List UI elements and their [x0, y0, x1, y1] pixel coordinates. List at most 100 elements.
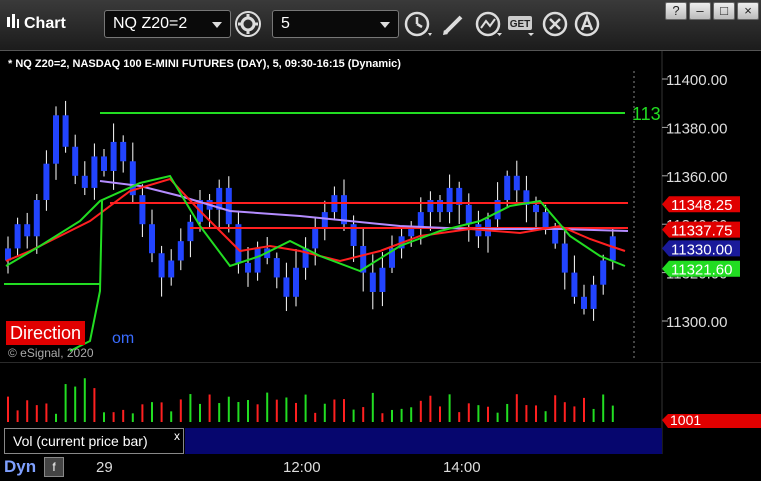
volume-bar [487, 406, 489, 422]
volume-bar [467, 403, 470, 422]
price-marker: 11321.60 [662, 260, 740, 279]
get-data-icon[interactable]: GET [506, 9, 536, 39]
candle-body [581, 296, 587, 309]
candle-body [245, 262, 251, 273]
volume-bar [35, 405, 38, 422]
volume-bar [381, 413, 384, 422]
candle-body [312, 229, 319, 249]
y-tick-label: 11360.00 [666, 169, 727, 186]
price-marker-text: 11348.25 [671, 197, 732, 214]
maximize-button[interactable]: □ [713, 2, 735, 20]
candle-body [101, 156, 107, 171]
candle-body [33, 200, 40, 237]
time-axis[interactable]: Dyn f 29 12:00 14:00 [0, 455, 761, 481]
volume-study-text: Vol (current price bar) [13, 433, 148, 449]
candle-body [369, 272, 376, 292]
volume-bar [93, 388, 96, 422]
candle-body [513, 175, 520, 191]
volume-bar [333, 399, 336, 422]
candle-body [427, 200, 434, 213]
volume-bar [189, 394, 192, 422]
candle-body [283, 277, 290, 297]
volume-bar [141, 404, 144, 422]
direction-badge: Direction [6, 321, 86, 345]
candle-body [465, 204, 472, 225]
candle-body [187, 221, 194, 242]
symbol-select[interactable]: NQ Z20=2 [104, 10, 231, 38]
pencil-icon[interactable] [438, 9, 468, 39]
volume-bar [83, 378, 86, 422]
study-icon[interactable] [473, 9, 503, 39]
y-tick-label: 11400.00 [666, 72, 727, 89]
dynamic-toggle-icon[interactable]: f [44, 457, 64, 477]
volume-bar [7, 396, 9, 422]
gear-icon[interactable] [233, 9, 263, 39]
candle-body [561, 243, 568, 273]
price-marker: 11348.25 [662, 196, 740, 214]
volume-bar [343, 399, 345, 422]
volume-study-label[interactable]: Vol (current price bar) x [4, 428, 184, 454]
volume-bar [55, 413, 57, 422]
help-button[interactable]: ? [665, 2, 687, 20]
candle-body [293, 267, 299, 297]
interval-select[interactable]: 5 [272, 10, 399, 38]
volume-bar [506, 403, 509, 422]
volume-bar [352, 409, 355, 422]
volume-bar [26, 400, 29, 422]
candle-body [53, 115, 59, 164]
candle-body [168, 260, 175, 278]
dyn-label[interactable]: Dyn [4, 457, 36, 477]
candle-body [552, 229, 559, 244]
candle-body [571, 272, 578, 297]
candle-body [158, 253, 165, 278]
volume-bar [275, 399, 278, 422]
volume-bar [515, 394, 518, 422]
volume-bar [16, 410, 19, 422]
volume-bar [151, 402, 153, 422]
close-window-button[interactable]: × [737, 2, 759, 20]
candle-body [600, 260, 607, 285]
candle-body [62, 115, 69, 147]
volume-bar [563, 402, 566, 422]
price-chart[interactable]: * NQ Z20=2, NASDAQ 100 E-MINI FUTURES (D… [0, 51, 761, 361]
volume-bar [131, 413, 134, 422]
volume-bar [362, 407, 365, 422]
candle-body [542, 212, 549, 230]
clock-icon[interactable] [402, 9, 432, 39]
x-tick-label: 29 [96, 459, 113, 476]
volume-bar [429, 395, 432, 422]
volume-bar [237, 402, 240, 422]
close-circle-icon[interactable] [540, 9, 570, 39]
y-tick-label: 11300.00 [666, 314, 727, 331]
volume-bar [314, 412, 317, 422]
volume-bar [477, 405, 480, 422]
app-title-text: Chart [24, 15, 66, 32]
candle-body [273, 258, 280, 278]
volume-bar [554, 395, 557, 422]
price-chart-canvas[interactable]: * NQ Z20=2, NASDAQ 100 E-MINI FUTURES (D… [0, 51, 761, 361]
volume-bar [122, 409, 125, 422]
price-marker: 11330.00 [662, 240, 740, 258]
candle-body [110, 141, 117, 171]
app-title: Chart [6, 13, 66, 33]
volume-bar [227, 396, 230, 422]
candle-body [43, 163, 50, 200]
volume-bar [323, 403, 326, 422]
volume-bar [400, 408, 403, 422]
close-study-icon[interactable]: x [174, 429, 180, 443]
volume-bar [419, 400, 422, 422]
volume-bar [371, 392, 374, 422]
link-fragment[interactable]: om [112, 330, 134, 348]
volume-bar [170, 411, 173, 422]
candle-body [379, 267, 386, 292]
interval-value: 5 [281, 15, 290, 32]
candle-body [177, 241, 184, 261]
price-marker-text: 11330.00 [671, 241, 732, 258]
volume-bar [458, 412, 461, 422]
chevron-down-icon [380, 22, 390, 28]
copyright-text: © eSignal, 2020 [8, 346, 94, 360]
volume-bar [535, 405, 537, 422]
minimize-button[interactable]: – [689, 2, 711, 20]
alert-icon[interactable] [572, 9, 602, 39]
volume-bar [247, 400, 249, 422]
